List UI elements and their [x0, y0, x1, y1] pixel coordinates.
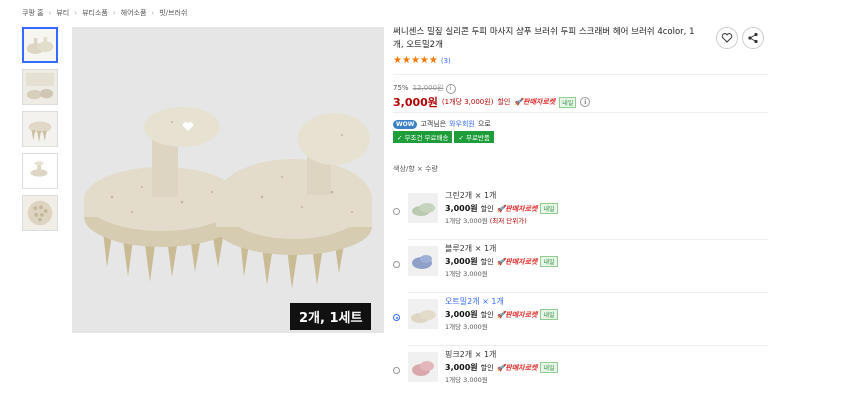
option-item[interactable]: 그린2개 × 1개 3,000원 할인 🚀판매자로켓 내일 1개당 3,000원 (최저… [393, 188, 768, 240]
divider [408, 345, 768, 346]
thumbnail-2[interactable] [22, 69, 58, 105]
radio-button[interactable] [393, 314, 400, 321]
radio-button[interactable] [393, 367, 400, 374]
breadcrumb-brush[interactable]: 빗/브러쉬 [159, 8, 187, 18]
unit-price: (1개당 3,000원) [441, 98, 494, 106]
option-image [408, 193, 438, 223]
product-title: 써니센스 밀짚 실리콘 두피 마사지 샴푸 브러쉬 두피 스크래버 헤어 브러쉬… [393, 27, 695, 50]
discount-info: 75% 12,000원 i [393, 83, 456, 94]
product-rating[interactable]: ★ ★ ★ ★ ★ (3) [393, 56, 451, 66]
thumbnail-1[interactable] [22, 27, 58, 63]
option-unit-price: 1개당 3,000원 (최저 단위가) [445, 217, 527, 225]
option-unit-price: 1개당 3,000원 [445, 323, 488, 331]
option-unit-price: 1개당 3,000원 [445, 376, 488, 384]
star-icon: ★ [401, 55, 411, 66]
option-price-row: 3,000원 할인 🚀판매자로켓 내일 [445, 203, 558, 214]
option-name: 블루2개 × 1개 [445, 244, 497, 253]
info-icon[interactable]: i [580, 97, 591, 107]
option-name: 핑크2개 × 1개 [445, 350, 497, 359]
thumbnail-4[interactable] [22, 153, 58, 189]
divider [393, 112, 768, 113]
shipping-badges: ✓ 무조건 무료배송 ✓ 무료반품 [393, 131, 494, 143]
option-image [408, 246, 438, 276]
option-name: 그린2개 × 1개 [445, 191, 497, 200]
option-item[interactable]: 블루2개 × 1개 3,000원 할인 🚀판매자로켓 내일 1개당 3,000원 [393, 241, 768, 293]
option-price-row: 3,000원 할인 🚀판매자로켓 내일 [445, 309, 558, 320]
wow-suffix: 으로 [477, 120, 491, 128]
wow-member-link[interactable]: 와우회원 [449, 119, 475, 129]
star-icon: ★ [393, 55, 402, 66]
breadcrumb-home[interactable]: 쿠팡 홈 [22, 8, 44, 18]
star-icon: ★ [410, 55, 420, 66]
breadcrumb-hair-accessories[interactable]: 헤어소품 [121, 8, 147, 18]
wow-badge: WOW [393, 119, 418, 129]
chevron-right-icon: › [48, 9, 52, 17]
scalp-brush-photo [72, 27, 384, 333]
option-name: 오트밀2개 × 1개 [445, 297, 504, 306]
divider [408, 239, 768, 240]
breadcrumb: 쿠팡 홈 › 뷰티 › 뷰티소품 › 헤어소품 › 빗/브러쉬 [22, 8, 187, 18]
options-label: 색상/향 × 수량 [393, 165, 438, 173]
chevron-right-icon: › [74, 9, 78, 17]
tomorrow-badge: 내일 [559, 96, 577, 108]
star-icon: ★ [428, 55, 438, 66]
thumbnail-5[interactable] [22, 195, 58, 231]
option-price-row: 3,000원 할인 🚀판매자로켓 내일 [445, 256, 558, 267]
original-price: 12,000원 [412, 84, 444, 92]
info-icon[interactable]: i [445, 83, 456, 94]
option-image [408, 299, 438, 329]
option-image [408, 352, 438, 382]
free-return-badge: ✓ 무료반품 [454, 131, 494, 143]
sale-price: 3,000원 [393, 96, 438, 109]
share-icon [748, 32, 758, 44]
main-product-image[interactable]: 2개, 1세트 [72, 27, 384, 333]
radio-button[interactable] [393, 208, 400, 215]
review-count[interactable]: (3) [441, 57, 451, 65]
divider [393, 74, 768, 75]
thumbnail-3[interactable] [22, 111, 58, 147]
sale-label: 할인 [497, 98, 511, 106]
breadcrumb-beauty-accessories[interactable]: 뷰티소품 [82, 8, 108, 18]
seller-rocket-badge: 🚀판매자로켓 [514, 98, 556, 106]
option-item-selected[interactable]: 오트밀2개 × 1개 3,000원 할인 🚀판매자로켓 내일 1개당 3,000원 [393, 294, 768, 346]
free-shipping-badge: ✓ 무조건 무료배송 [393, 131, 453, 143]
set-badge: 2개, 1세트 [290, 303, 372, 330]
wow-text: 고객님은 [420, 120, 447, 128]
option-item[interactable]: 핑크2개 × 1개 3,000원 할인 🚀판매자로켓 내일 1개당 3,000원 [393, 347, 768, 399]
sale-price-row: 3,000원 (1개당 3,000원) 할인 🚀판매자로켓 내일 i [393, 94, 591, 110]
option-unit-price: 1개당 3,000원 [445, 270, 488, 278]
radio-button[interactable] [393, 261, 400, 268]
option-price-row: 3,000원 할인 🚀판매자로켓 내일 [445, 362, 558, 373]
heart-icon [721, 33, 733, 43]
wow-member-row: WOW 고객님은 와우회원 으로 [393, 119, 491, 129]
chevron-right-icon: › [112, 9, 116, 17]
share-button[interactable] [742, 27, 764, 49]
discount-rate: 75% [393, 84, 409, 92]
breadcrumb-beauty[interactable]: 뷰티 [56, 8, 69, 18]
wishlist-button[interactable] [716, 27, 738, 49]
divider [408, 292, 768, 293]
thumbnail-list [22, 27, 62, 237]
star-icon: ★ [419, 55, 429, 66]
chevron-right-icon: › [151, 9, 155, 17]
